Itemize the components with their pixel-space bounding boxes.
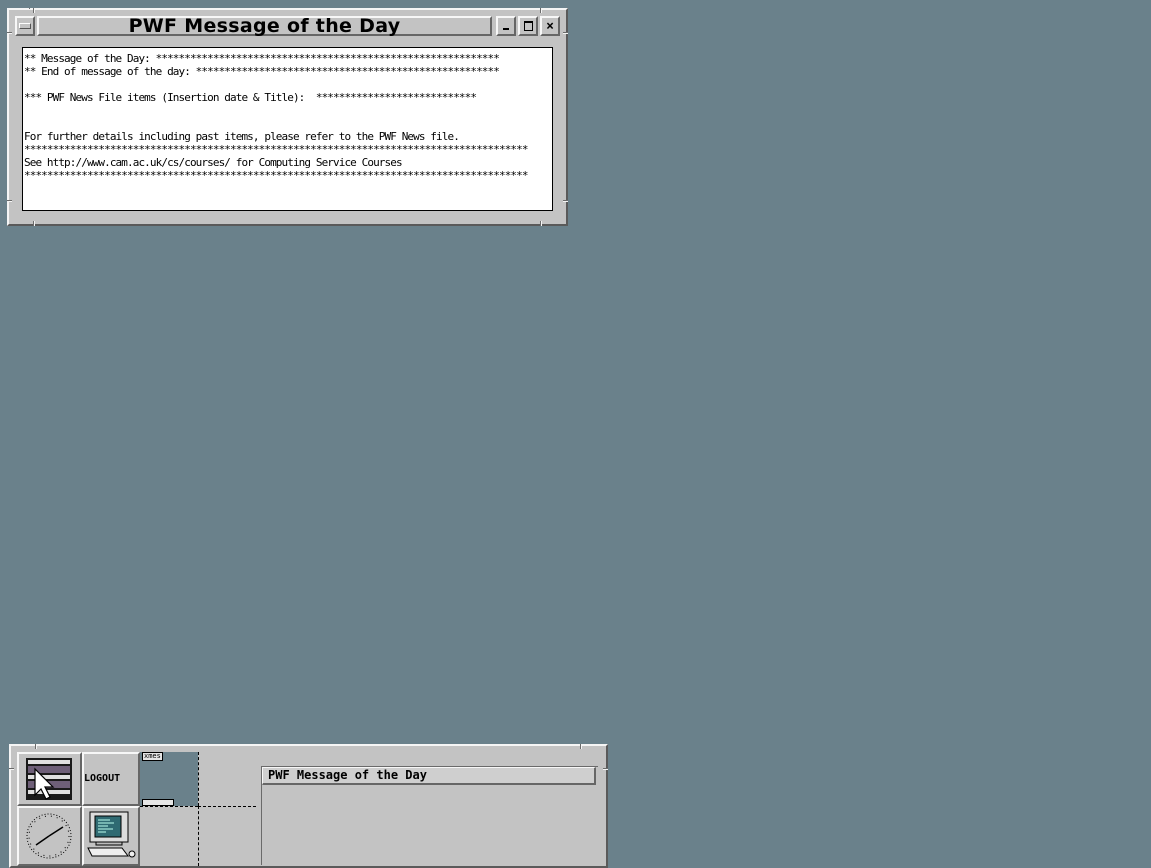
logout-label: LOGOUT bbox=[84, 773, 121, 784]
message-line bbox=[24, 117, 552, 130]
workspace-1[interactable]: xmes bbox=[140, 752, 198, 806]
resize-handle-bl[interactable] bbox=[33, 221, 35, 226]
minimize-button[interactable] bbox=[496, 16, 516, 36]
terminal-button[interactable] bbox=[82, 806, 140, 866]
panel-resize-tr bbox=[580, 744, 582, 749]
message-line: See http://www.cam.ac.uk/cs/courses/ for… bbox=[24, 156, 403, 169]
front-panel-contents: LOGOUT xmes PWF Message of the Day bbox=[17, 752, 600, 866]
workspace-3[interactable] bbox=[140, 806, 198, 866]
motd-window[interactable]: PWF Message of the Day × ** Message of t… bbox=[7, 8, 568, 226]
workspace-4[interactable] bbox=[198, 806, 256, 866]
message-line bbox=[24, 104, 552, 117]
terminal-icon bbox=[87, 811, 136, 858]
message-line: ** Message of the Day: *****************… bbox=[24, 52, 500, 65]
workspace-window-thumb-2[interactable] bbox=[142, 799, 174, 806]
window-list: PWF Message of the Day bbox=[261, 766, 598, 865]
panel-resize-tl bbox=[35, 744, 37, 749]
message-line: *** PWF News File items (Insertion date … bbox=[24, 91, 477, 104]
clock-icon bbox=[26, 813, 72, 859]
titlebar[interactable]: PWF Message of the Day × bbox=[15, 15, 560, 38]
maximize-icon bbox=[523, 21, 533, 31]
message-line: ** End of message of the day: **********… bbox=[24, 65, 500, 78]
resize-handle-tr[interactable] bbox=[540, 8, 542, 13]
lock-screen-button[interactable] bbox=[17, 752, 82, 806]
message-text-area[interactable]: ** Message of the Day: *****************… bbox=[22, 47, 553, 211]
close-button[interactable]: × bbox=[540, 16, 560, 36]
resize-handle-lt[interactable] bbox=[7, 32, 12, 34]
workspace-window-thumb[interactable]: xmes bbox=[142, 752, 163, 761]
message-line bbox=[24, 78, 552, 91]
resize-handle-tl[interactable] bbox=[33, 8, 35, 13]
message-line: For further details including past items… bbox=[24, 130, 460, 143]
resize-handle-br[interactable] bbox=[540, 221, 542, 226]
workspace-2[interactable] bbox=[198, 752, 256, 806]
panel-resize-lt bbox=[9, 768, 14, 770]
minimize-icon bbox=[503, 28, 509, 30]
message-line: ****************************************… bbox=[24, 143, 528, 156]
resize-handle-lb[interactable] bbox=[7, 200, 12, 202]
message-line: ****************************************… bbox=[24, 169, 528, 182]
panel-resize-rt bbox=[603, 768, 608, 770]
front-panel: LOGOUT xmes PWF Message of the Day bbox=[9, 744, 608, 868]
maximize-button[interactable] bbox=[518, 16, 538, 36]
resize-corner bbox=[29, 8, 30, 10]
clock bbox=[17, 806, 82, 866]
window-title[interactable]: PWF Message of the Day bbox=[37, 15, 492, 37]
window-list-item[interactable]: PWF Message of the Day bbox=[262, 767, 596, 785]
lock-screen-icon bbox=[26, 758, 72, 800]
window-menu-button[interactable] bbox=[15, 16, 35, 36]
logout-button[interactable]: LOGOUT bbox=[82, 752, 140, 806]
window-menu-icon bbox=[19, 23, 31, 29]
close-icon: × bbox=[546, 18, 554, 34]
resize-handle-rt[interactable] bbox=[563, 32, 568, 34]
resize-handle-rb[interactable] bbox=[563, 200, 568, 202]
